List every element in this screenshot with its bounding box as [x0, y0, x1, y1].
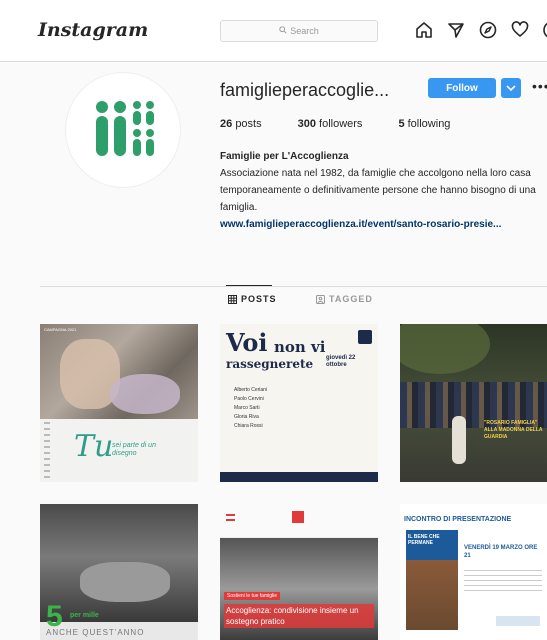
explore-compass-icon[interactable] — [478, 20, 498, 40]
post-tile-5[interactable]: Sostieni le tue famiglie Accoglienza: co… — [220, 504, 378, 640]
footer-logos — [496, 616, 540, 626]
activity-heart-icon[interactable] — [510, 20, 530, 40]
notebook-rings — [44, 422, 50, 478]
stat-followers[interactable]: 300 followers — [298, 118, 363, 130]
bio-description: Associazione nata nel 1982, da famiglie … — [220, 168, 536, 213]
follow-button[interactable]: Follow — [428, 78, 496, 98]
bio-full-name: Famiglie per L'Accoglienza — [220, 151, 349, 162]
post-title: Tu — [74, 429, 114, 464]
chevron-down-icon — [506, 85, 516, 92]
post-number-label: per mille — [70, 612, 99, 619]
direct-messages-icon[interactable] — [446, 20, 466, 40]
profile-username: famiglieperaccoglie... — [220, 80, 390, 100]
post-title-line-2: non vi — [274, 338, 326, 356]
profile-avatar-icon[interactable] — [542, 20, 547, 40]
post-heading: INCONTRO DI PRESENTAZIONE — [404, 516, 512, 523]
event-details-lines — [464, 570, 542, 594]
suggested-accounts-button[interactable] — [501, 78, 521, 98]
site-logo-icon — [292, 511, 304, 523]
stat-following[interactable]: 5 following — [398, 118, 450, 130]
more-options-icon[interactable]: ••• — [532, 78, 547, 94]
home-icon[interactable] — [414, 20, 434, 40]
bio-website-link[interactable]: www.famiglieperaccoglienza.it/event/sant… — [220, 216, 547, 233]
speaker-list: Alberto Ceriani Paolo Cervini Marco Sart… — [234, 387, 268, 429]
post-tile-2[interactable]: Voi non vi rassegnerete giovedì 22 ottob… — [220, 324, 378, 482]
post-title-line-1: Voi — [226, 328, 268, 357]
search-input[interactable]: Search — [220, 20, 378, 42]
instagram-logo[interactable]: Instagram — [38, 19, 148, 41]
post-footer-bar — [220, 472, 378, 482]
search-placeholder: Search — [290, 26, 319, 36]
active-tab-indicator — [226, 285, 272, 286]
famiglie-logo-icon — [96, 101, 154, 156]
tree-canopy-shape — [400, 324, 490, 374]
post-title-line-3: rassegnerete — [226, 357, 314, 371]
stat-posts: 26 posts — [220, 118, 262, 130]
post-bottom-text: ANCHE QUEST'ANNO — [46, 628, 145, 637]
tagged-person-icon — [316, 294, 325, 304]
child-figure-shape — [452, 416, 466, 464]
post-tile-1[interactable]: CAMPAGNA 2021 Tu sei parte di un disegno — [40, 324, 198, 482]
post-date: giovedì 22 ottobre — [326, 355, 356, 368]
profile-bio: Famiglie per L'Accoglienza Associazione … — [220, 148, 547, 233]
post-tile-4[interactable]: 5 per mille ANCHE QUEST'ANNO — [40, 504, 198, 640]
tab-tagged[interactable]: TAGGED — [316, 294, 373, 304]
post-caption: "ROSARIO FAMIGLIA" ALLA MADONNA DELLA GU… — [484, 420, 543, 440]
search-icon — [279, 26, 287, 36]
post-badge-icon — [358, 330, 372, 344]
profile-avatar[interactable] — [65, 72, 181, 188]
post-top-label: CAMPAGNA 2021 — [44, 327, 77, 332]
tabs-divider — [40, 286, 547, 287]
book-title: IL BENE CHE PERMANE — [408, 534, 440, 546]
post-subtitle: sei parte di un disegno — [112, 442, 156, 457]
menu-icon — [226, 514, 235, 521]
nav-icons — [414, 20, 547, 40]
baby-photo-shape — [110, 374, 180, 414]
post-banner: Accoglienza: condivisione insieme un sos… — [224, 604, 374, 628]
post-tile-6[interactable]: INCONTRO DI PRESENTAZIONE IL BENE CHE PE… — [400, 504, 547, 640]
tab-posts[interactable]: POSTS — [228, 294, 277, 304]
post-tile-3[interactable]: "ROSARIO FAMIGLIA" ALLA MADONNA DELLA GU… — [400, 324, 547, 482]
feet-shape — [80, 562, 170, 602]
top-navigation-bar: Instagram Search — [0, 0, 547, 62]
event-date: VENERDÌ 19 MARZO ORE 21 — [464, 545, 538, 559]
grid-icon — [228, 294, 237, 304]
post-tag: Sostieni le tue famiglie — [224, 592, 281, 600]
profile-stats: 26 posts 300 followers 5 following — [220, 118, 486, 130]
